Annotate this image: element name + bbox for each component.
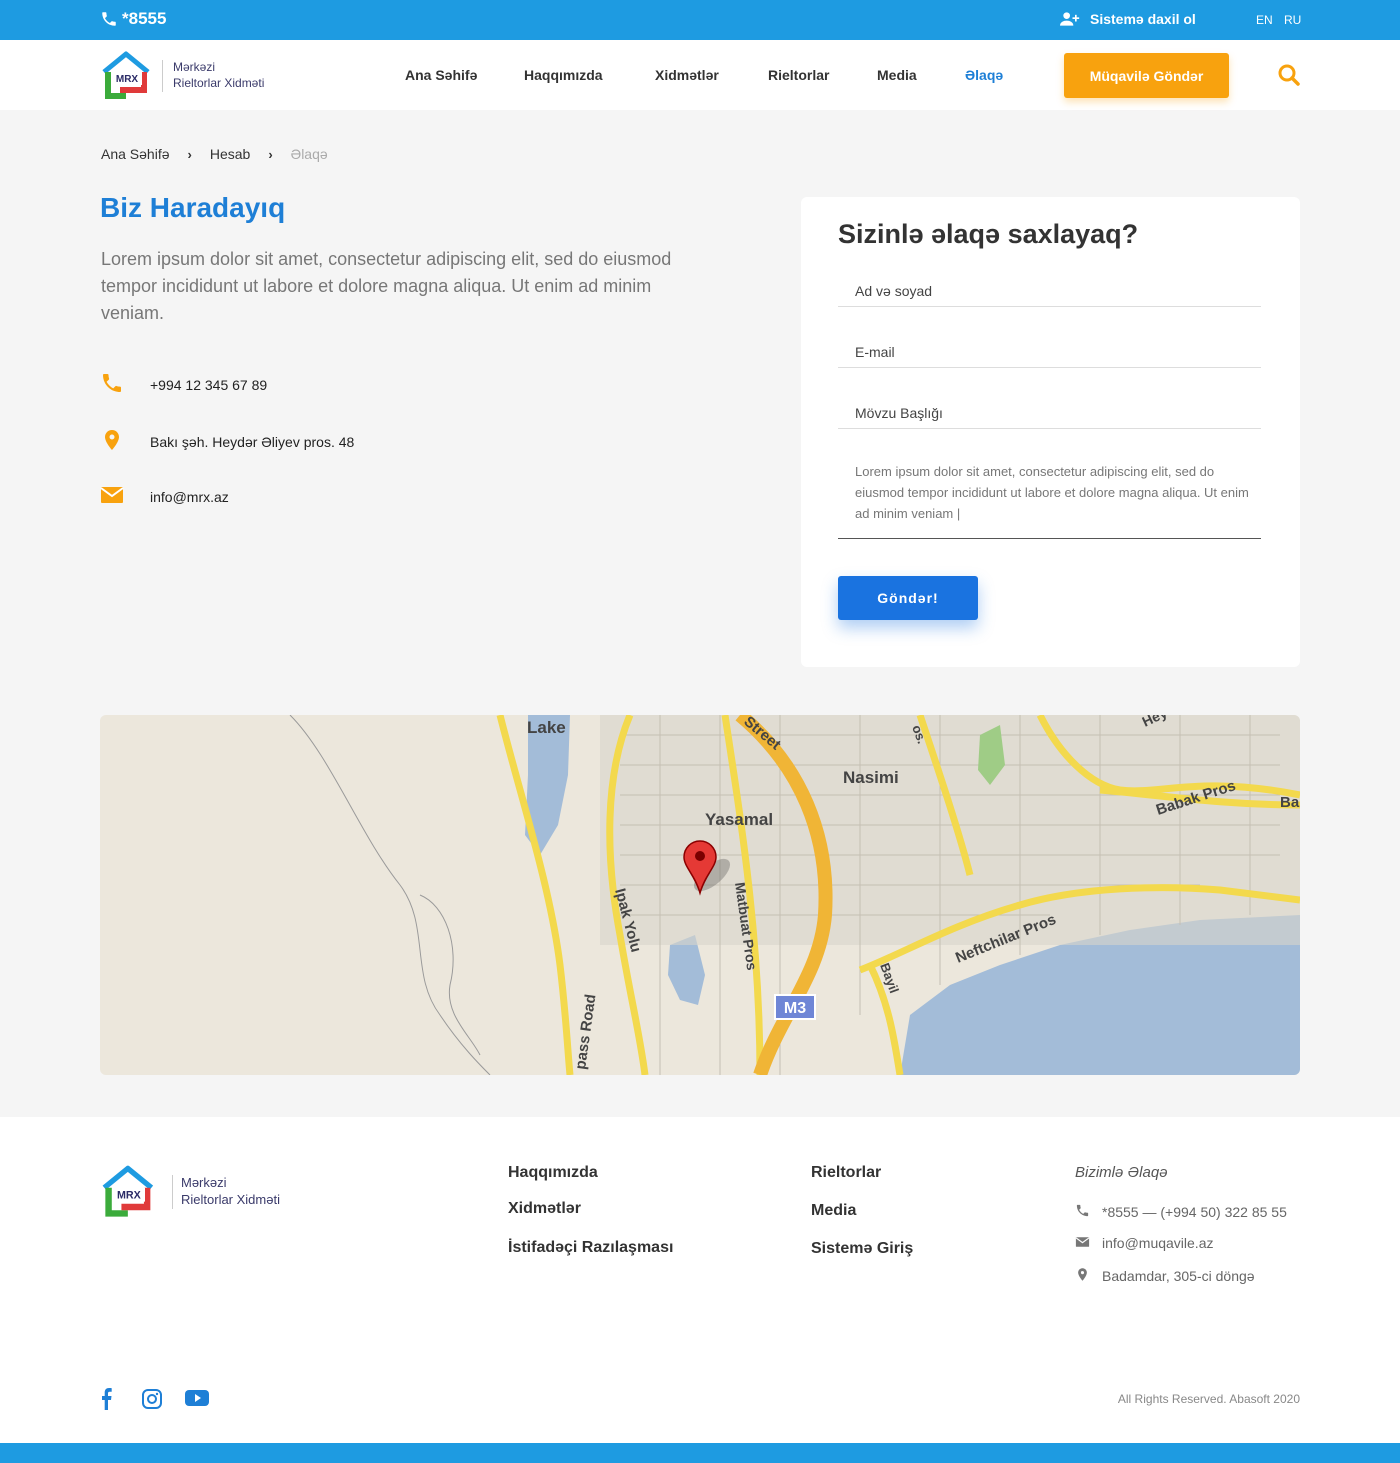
logo-text: Mərkəzi Rieltorlar Xidməti (162, 60, 265, 92)
map-label-ba: Ba (1280, 794, 1300, 811)
topbar-phone-number: *8555 (122, 9, 167, 28)
subject-field[interactable]: Mövzu Başlığı (838, 405, 1261, 429)
bottom-bar (0, 1443, 1400, 1463)
name-field[interactable]: Ad və soyad (838, 283, 1261, 307)
footer-link-realtors[interactable]: Rieltorlar (811, 1164, 881, 1182)
add-user-icon (1060, 12, 1080, 26)
nav-home[interactable]: Ana Səhifə (405, 67, 477, 83)
footer-logo-mark: MRX (117, 1189, 142, 1201)
contact-phone[interactable]: +994 12 345 67 89 (100, 371, 267, 398)
main-header: MRX Mərkəzi Rieltorlar Xidməti Ana Səhif… (0, 40, 1400, 110)
breadcrumb-home[interactable]: Ana Səhifə (101, 146, 170, 162)
nav-realtors[interactable]: Rieltorlar (768, 67, 829, 83)
contact-address: Bakı şəh. Heydər Əliyev pros. 48 (100, 428, 354, 455)
logo-line2: Rieltorlar Xidməti (173, 76, 265, 90)
lang-en[interactable]: EN (1256, 13, 1273, 27)
footer-link-services[interactable]: Xidmətlər (508, 1200, 581, 1218)
lang-ru[interactable]: RU (1284, 13, 1301, 27)
breadcrumb-account[interactable]: Hesab (210, 146, 250, 162)
map-label-yasamal: Yasamal (705, 810, 773, 829)
footer-link-terms[interactable]: İstifadəçi Razılaşması (508, 1239, 673, 1257)
page-lead: Lorem ipsum dolor sit amet, consectetur … (101, 249, 672, 323)
page-title: Biz Haradayıq (100, 192, 286, 223)
map-label-m3: M3 (784, 1000, 806, 1017)
chevron-right-icon: › (187, 146, 192, 162)
footer-email[interactable]: info@muqavile.az (1075, 1235, 1214, 1251)
login-label: Sistemə daxil ol (1090, 11, 1196, 27)
contact-address-text: Bakı şəh. Heydər Əliyev pros. 48 (150, 433, 355, 450)
map-label-lake: Lake (527, 718, 566, 737)
search-icon[interactable] (1278, 64, 1300, 86)
contact-email-text: info@mrx.az (150, 488, 229, 505)
contact-email[interactable]: info@mrx.az (100, 485, 229, 508)
footer-address: Badamdar, 305-ci döngə (1075, 1267, 1255, 1285)
phone-icon (103, 374, 121, 392)
submit-button[interactable]: Göndər! (838, 576, 978, 620)
form-title: Sizinlə əlaqə saxlayaq? (838, 219, 1139, 249)
contact-phone-text: +994 12 345 67 89 (150, 376, 268, 393)
logo-house-icon: MRX (102, 51, 150, 99)
footer-link-login[interactable]: Sistemə Giriş (811, 1240, 913, 1258)
footer-email-text: info@muqavile.az (1102, 1235, 1214, 1251)
footer-phone-text: *8555 — (+994 50) 322 85 55 (1102, 1204, 1287, 1220)
footer-logo-line2: Rieltorlar Xidməti (181, 1192, 280, 1207)
map-label-bypass: pass Road (572, 993, 599, 1070)
footer-link-about[interactable]: Haqqımızda (508, 1164, 598, 1182)
location-pin-icon (105, 430, 119, 450)
logo-house-icon: MRX (102, 1165, 154, 1217)
instagram-icon[interactable] (141, 1388, 163, 1410)
footer-contact-heading: Bizimlə Əlaqə (1075, 1164, 1168, 1181)
nav-services[interactable]: Xidmətlər (655, 67, 719, 83)
send-contract-button[interactable]: Müqavilə Göndər (1064, 53, 1229, 98)
contact-form-card: Sizinlə əlaqə saxlayaq? Ad və soyad E-ma… (801, 197, 1300, 667)
nav-about[interactable]: Haqqımızda (524, 67, 603, 83)
map-canvas: M3 Lake Nasimi Yasamal Street Babak Pros… (289, 715, 1300, 1075)
logo-mark: MRX (116, 74, 139, 85)
nav-contact[interactable]: Əlaqə (965, 67, 1003, 83)
footer-logo-line1: Mərkəzi (181, 1175, 227, 1191)
footer-logo-text: Mərkəzi Rieltorlar Xidməti (172, 1175, 280, 1209)
footer-logo[interactable]: MRX Mərkəzi Rieltorlar Xidməti (100, 1164, 280, 1220)
copyright: All Rights Reserved. Abasoft 2020 (1117, 1392, 1300, 1406)
nav-media[interactable]: Media (877, 67, 917, 83)
youtube-icon[interactable] (185, 1388, 209, 1408)
logo[interactable]: MRX Mərkəzi Rieltorlar Xidməti (100, 50, 264, 102)
message-field[interactable]: Lorem ipsum dolor sit amet, consectetur … (838, 461, 1261, 539)
login-link[interactable]: Sistemə daxil ol (1060, 11, 1196, 27)
footer-phone[interactable]: *8555 — (+994 50) 322 85 55 (1075, 1203, 1287, 1221)
email-field[interactable]: E-mail (838, 344, 1261, 368)
chevron-right-icon: › (268, 146, 273, 162)
breadcrumb-current: Əlaqə (290, 146, 328, 162)
phone-icon (1076, 1204, 1089, 1217)
footer-address-text: Badamdar, 305-ci döngə (1102, 1268, 1255, 1284)
phone-icon (102, 12, 116, 26)
footer-link-media[interactable]: Media (811, 1202, 856, 1220)
map-label-nasimi: Nasimi (843, 768, 899, 787)
topbar-phone[interactable]: *8555 (100, 9, 166, 29)
breadcrumb: Ana Səhifə › Hesab › Əlaqə (101, 146, 328, 162)
location-map[interactable]: M3 Lake Nasimi Yasamal Street Babak Pros… (100, 715, 1300, 1075)
mail-icon (100, 487, 124, 503)
facebook-icon[interactable] (99, 1388, 113, 1410)
top-bar: *8555 Sistemə daxil ol EN RU (0, 0, 1400, 40)
logo-line1: Mərkəzi (173, 60, 216, 75)
location-pin-icon (1078, 1268, 1087, 1281)
mail-icon (1075, 1237, 1090, 1247)
